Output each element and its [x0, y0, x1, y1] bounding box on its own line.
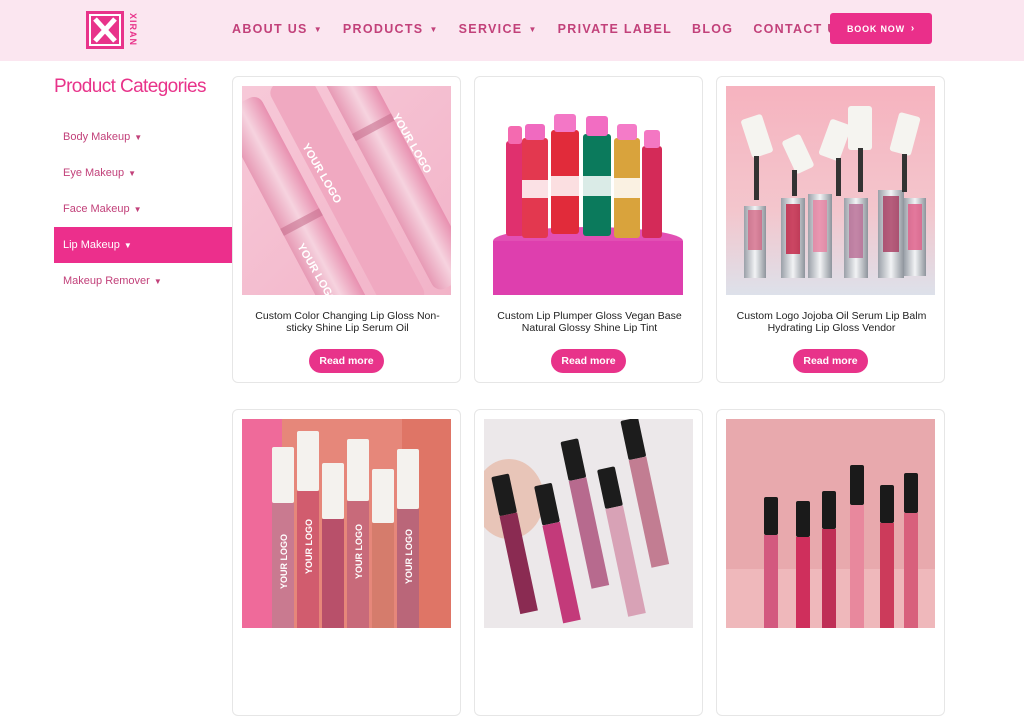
svg-text:YOUR LOGO: YOUR LOGO [404, 529, 414, 584]
category-list: Body Makeup ▼ Eye Makeup ▼ Face Makeup ▼… [54, 119, 232, 299]
product-image[interactable] [726, 419, 935, 628]
sidebar-title: Product Categories [54, 76, 206, 97]
product-image[interactable] [726, 86, 935, 295]
nav-service[interactable]: SERVICE ▼ [459, 22, 538, 36]
category-label: Face Makeup [63, 203, 130, 215]
read-more-button[interactable]: Read more [551, 349, 626, 373]
book-now-label: BOOK NOW [846, 23, 905, 34]
svg-text:YOUR LOGO: YOUR LOGO [304, 519, 314, 574]
chevron-down-icon: ▼ [153, 276, 162, 286]
category-lip-makeup[interactable]: Lip Makeup ▼ [54, 227, 232, 263]
product-title[interactable]: Custom Color Changing Lip Gloss Non-stic… [245, 310, 450, 334]
product-card: Custom Logo Jojoba Oil Serum Lip Balm Hy… [716, 76, 945, 383]
main-nav: ABOUT US ▼ PRODUCTS ▼ SERVICE ▼ PRIVATE … [232, 22, 867, 36]
chevron-down-icon: ▼ [528, 24, 538, 34]
chevron-down-icon: ▼ [134, 132, 143, 142]
nav-private-label[interactable]: PRIVATE LABEL [558, 22, 672, 36]
product-image[interactable] [484, 419, 693, 628]
category-label: Body Makeup [63, 131, 131, 143]
read-more-button[interactable]: Read more [309, 349, 384, 373]
category-label: Makeup Remover [63, 275, 150, 287]
nav-label: ABOUT US [232, 22, 308, 36]
chevron-down-icon: ▼ [123, 240, 132, 250]
nav-about-us[interactable]: ABOUT US ▼ [232, 22, 323, 36]
product-image[interactable]: YOUR LOGO YOUR LOGO YOUR LOGO [242, 86, 451, 295]
product-image[interactable]: YOUR LOGO YOUR LOGO YOUR LOGO YOUR LOGO [242, 419, 451, 628]
nav-label: PRODUCTS [342, 22, 424, 36]
chevron-down-icon: ▼ [133, 204, 142, 214]
product-card: YOUR LOGO YOUR LOGO YOUR LOGO YOUR LOGO [232, 409, 461, 716]
product-image[interactable] [484, 86, 693, 295]
read-more-button[interactable]: Read more [793, 349, 868, 373]
book-now-button[interactable]: BOOK NOW › [830, 13, 932, 44]
product-title[interactable]: Custom Lip Plumper Gloss Vegan Base Natu… [487, 310, 692, 334]
nav-products[interactable]: PRODUCTS ▼ [343, 22, 439, 36]
product-card: Custom Lip Plumper Gloss Vegan Base Natu… [474, 76, 703, 383]
product-card: YOUR LOGO YOUR LOGO YOUR LOGO Custom Col… [232, 76, 461, 383]
site-header: XIRAN ABOUT US ▼ PRODUCTS ▼ SERVICE ▼ PR… [0, 0, 1024, 61]
brand-logo[interactable]: XIRAN [86, 10, 146, 50]
chevron-right-icon: › [910, 23, 916, 34]
category-eye-makeup[interactable]: Eye Makeup ▼ [54, 155, 232, 191]
svg-text:YOUR LOGO: YOUR LOGO [279, 534, 289, 589]
category-face-makeup[interactable]: Face Makeup ▼ [54, 191, 232, 227]
nav-label: SERVICE [458, 22, 523, 36]
product-title[interactable]: Custom Logo Jojoba Oil Serum Lip Balm Hy… [729, 310, 934, 334]
chevron-down-icon: ▼ [128, 168, 137, 178]
nav-blog[interactable]: BLOG [692, 22, 733, 36]
brand-name: XIRAN [128, 13, 138, 47]
category-body-makeup[interactable]: Body Makeup ▼ [54, 119, 232, 155]
chevron-down-icon: ▼ [429, 24, 439, 34]
chevron-down-icon: ▼ [313, 24, 323, 34]
nav-label: BLOG [692, 22, 734, 36]
category-makeup-remover[interactable]: Makeup Remover ▼ [54, 263, 232, 299]
nav-label: PRIVATE LABEL [557, 22, 673, 36]
logo-mark-icon [86, 11, 124, 49]
product-card [716, 409, 945, 716]
product-card [474, 409, 703, 716]
category-label: Lip Makeup [63, 239, 120, 251]
svg-text:YOUR LOGO: YOUR LOGO [354, 524, 364, 579]
category-label: Eye Makeup [63, 167, 125, 179]
